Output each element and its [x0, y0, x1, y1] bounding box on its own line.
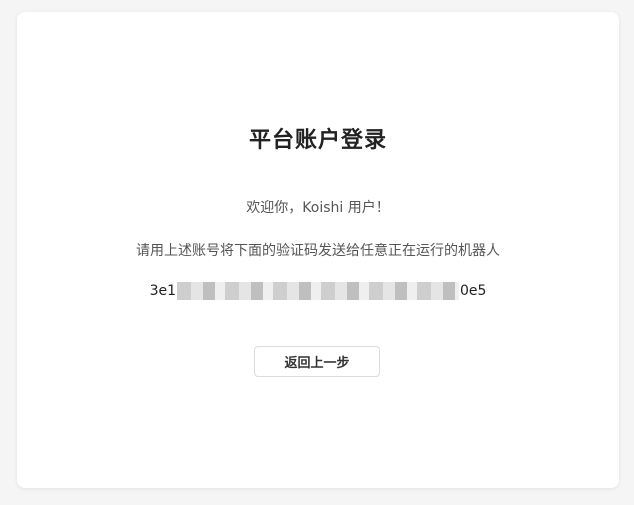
instruction-text: 请用上述账号将下面的验证码发送给任意正在运行的机器人: [136, 243, 500, 259]
verification-code: 3e1 0e5: [17, 282, 619, 300]
back-button[interactable]: 返回上一步: [254, 346, 380, 377]
page-title: 平台账户登录: [248, 128, 387, 153]
login-card: 平台账户登录 欢迎你，Koishi 用户！ 请用上述账号将下面的验证码发送给任意…: [17, 12, 619, 488]
page: 平台账户登录 欢迎你，Koishi 用户！ 请用上述账号将下面的验证码发送给任意…: [0, 0, 634, 505]
welcome-text: 欢迎你，Koishi 用户！: [246, 200, 390, 216]
code-suffix: 0e5: [460, 283, 487, 299]
code-redaction: [177, 282, 459, 300]
code-prefix: 3e1: [149, 283, 176, 299]
